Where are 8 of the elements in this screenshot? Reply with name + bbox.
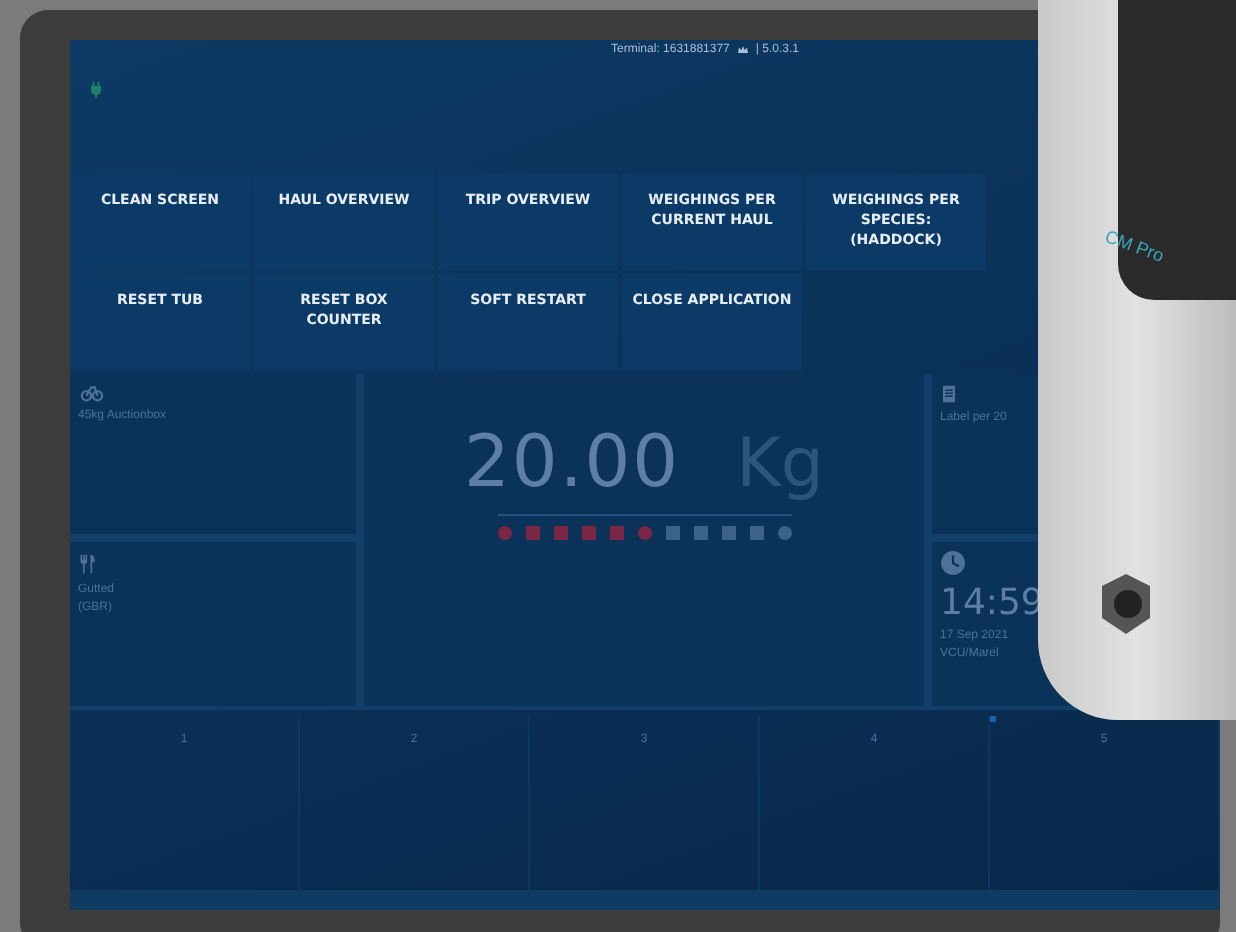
clock-icon xyxy=(940,549,966,576)
weight-value: 20.00 xyxy=(464,421,681,504)
plug-icon xyxy=(86,76,106,104)
crown-icon xyxy=(735,44,750,56)
bolt-drawing xyxy=(1098,570,1154,638)
device-label: CM Pro xyxy=(1102,226,1167,266)
fork-knife-icon xyxy=(78,549,98,578)
document-icon xyxy=(940,381,958,406)
